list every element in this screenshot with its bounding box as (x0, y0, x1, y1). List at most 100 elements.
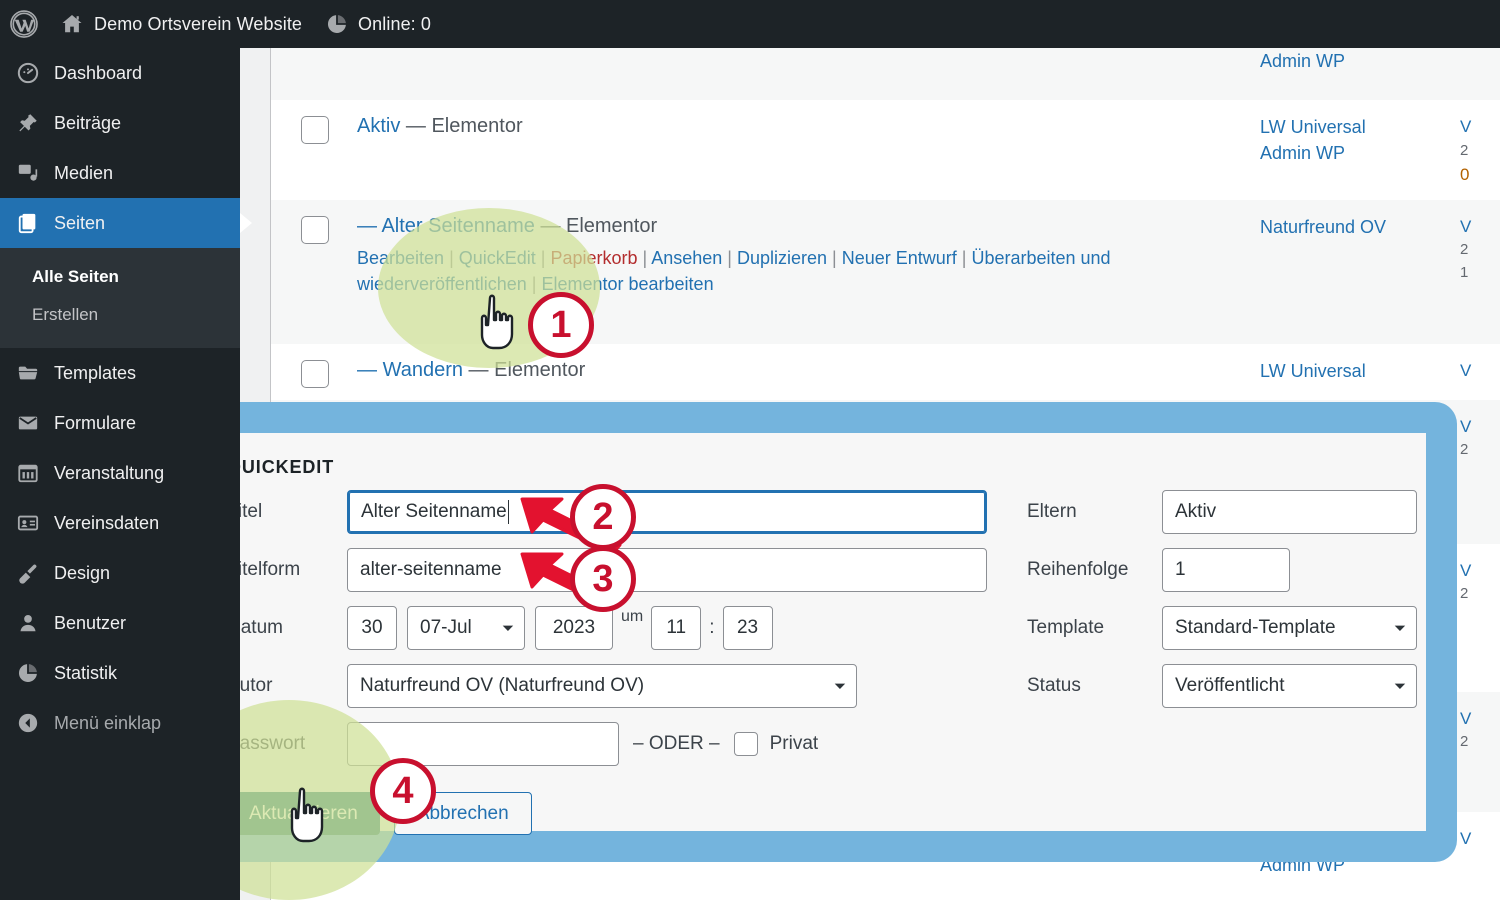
datum-hour-input[interactable]: 11 (651, 606, 702, 650)
row-title-suffix: — Elementor (405, 115, 523, 137)
titelform-input-value: alter-seitenname (360, 559, 502, 580)
envelope-icon (16, 412, 40, 434)
table-row[interactable]: — Wandern — Elementor LW Universal V (271, 343, 1500, 400)
row-title-link[interactable]: Aktiv (357, 115, 400, 137)
label-template: Template (1027, 617, 1105, 638)
row-title: — Wandern — Elementor (357, 358, 1250, 384)
row-title-link[interactable]: Wandern (383, 359, 463, 381)
pie-chart-icon (16, 662, 40, 684)
collapse-icon (16, 712, 40, 734)
quickedit-dialog: QUICKEDIT Titel Alter Seitenname Titelfo… (174, 402, 1457, 862)
row-title-suffix: — Elementor (468, 358, 586, 381)
datum-hour-value: 11 (666, 617, 687, 638)
row-tail: V (1460, 360, 1472, 380)
row-author-link-2[interactable]: Admin WP (1260, 140, 1460, 166)
sidebar-item-vereinsdaten[interactable]: Vereinsdaten (0, 498, 240, 548)
row-tail: V2 (1460, 708, 1472, 751)
sidebar-item-statistik[interactable]: Statistik (0, 648, 240, 698)
datum-day-input[interactable]: 30 (347, 606, 397, 650)
reihenfolge-input[interactable]: 1 (1162, 548, 1290, 592)
titel-input-value: Alter Seitenname (361, 501, 507, 522)
status-select[interactable]: Veröffentlicht ⏷ (1162, 664, 1417, 708)
step-marker-1: 1 (528, 292, 594, 358)
row-action-quickedit[interactable]: QuickEdit (459, 248, 536, 268)
table-row[interactable]: Aktiv — Elementor LW Universal Admin WP … (271, 100, 1500, 200)
autor-select[interactable]: Naturfreund OV (Naturfreund OV) ⏷ (347, 664, 857, 708)
row-checkbox[interactable] (301, 215, 329, 244)
sidebar-item-benutzer[interactable]: Benutzer (0, 598, 240, 648)
row-tail: V2 (1460, 416, 1472, 459)
row-tail: V2 (1460, 560, 1472, 603)
row-author-link[interactable]: Naturfreund OV (1260, 214, 1460, 240)
field-template: Template Standard-Template ⏷ (1027, 606, 1417, 650)
sidebar-item-label: Statistik (54, 662, 118, 683)
label-titel: Titel (227, 501, 263, 522)
row-action-ansehen[interactable]: Ansehen (651, 248, 722, 268)
row-checkbox[interactable] (301, 116, 329, 144)
sidebar-item-medien[interactable]: Medien (0, 148, 240, 198)
site-name-button[interactable]: Demo Ortsverein Website (48, 0, 314, 48)
sidebar-item-label: Dashboard (54, 62, 143, 83)
admin-bar: Demo Ortsverein Website Online: 0 (0, 0, 1500, 48)
row-action-duplizieren[interactable]: Duplizieren (737, 248, 827, 268)
label-eltern: Eltern (1027, 501, 1077, 522)
quickedit-right-column: Eltern Aktiv Reihenfolge 1 Template Stan… (1017, 490, 1417, 780)
titel-input[interactable]: Alter Seitenname (347, 490, 987, 534)
table-row[interactable]: Admin WP (271, 48, 1500, 100)
row-tail: V20 (1460, 117, 1472, 184)
sidebar-item-templates[interactable]: Templates (0, 348, 240, 398)
eltern-value: Aktiv (1175, 501, 1217, 522)
datum-minute-input[interactable]: 23 (722, 606, 773, 650)
sidebar-item-label: Vereinsdaten (54, 512, 160, 533)
row-title-link[interactable]: Alter Seitenname (381, 215, 534, 237)
eltern-select[interactable]: Aktiv (1162, 490, 1417, 534)
template-select[interactable]: Standard-Template ⏷ (1162, 606, 1417, 650)
sidebar-item-dashboard[interactable]: Dashboard (0, 48, 240, 98)
row-author-link[interactable]: LW Universal (1260, 114, 1460, 140)
datum-year-input[interactable]: 2023 (535, 606, 613, 650)
sidebar-submenu-seiten: Alle Seiten Erstellen (0, 248, 240, 348)
sidebar-item-beitraege[interactable]: Beiträge (0, 98, 240, 148)
status-value: Veröffentlicht (1175, 675, 1285, 696)
privat-checkbox[interactable] (733, 732, 758, 756)
sidebar-item-veranstaltungen[interactable]: Veranstaltung (0, 448, 240, 498)
row-action-elementor-bearbeiten[interactable]: Elementor bearbeiten (541, 274, 713, 294)
reihenfolge-value: 1 (1175, 559, 1186, 580)
datum-month-select[interactable]: 07-Jul ⏷ (407, 606, 525, 650)
template-value: Standard-Template (1175, 617, 1336, 638)
row-author-link[interactable]: LW Universal (1260, 358, 1460, 384)
sidebar-item-alle-seiten[interactable]: Alle Seiten (0, 258, 240, 296)
row-checkbox[interactable] (301, 359, 329, 388)
row-action-papierkorb[interactable]: Papierkorb (550, 248, 637, 268)
sidebar-item-menu-einklappen[interactable]: Menü einklap (0, 698, 240, 748)
titelform-input[interactable]: alter-seitenname (347, 548, 987, 592)
wordpress-logo-button[interactable] (0, 0, 48, 48)
sidebar-item-erstellen[interactable]: Erstellen (0, 296, 240, 334)
row-tail: V (1460, 828, 1472, 848)
field-reihenfolge: Reihenfolge 1 (1027, 548, 1417, 592)
label-titelform: Titelform (227, 559, 301, 580)
table-row[interactable]: — Alter Seitenname — Elementor Bearbeite… (271, 199, 1500, 344)
sidebar-item-design[interactable]: Design (0, 548, 240, 598)
label-oder: – ODER – (633, 733, 720, 754)
wordpress-icon (9, 9, 39, 39)
time-colon: : (709, 617, 715, 638)
row-tail (1460, 48, 1500, 71)
online-stats-button[interactable]: Online: 0 (314, 0, 443, 48)
row-action-neuer-entwurf[interactable]: Neuer Entwurf (842, 248, 957, 268)
screen: Admin WP Aktiv — Elementor LW Universal (0, 0, 1500, 900)
datum-minute-value: 23 (736, 617, 759, 638)
dashboard-icon (16, 62, 40, 84)
sidebar-item-label: Veranstaltung (54, 462, 165, 483)
row-author-link[interactable]: Admin WP (1260, 48, 1460, 74)
sidebar-item-seiten[interactable]: Seiten (0, 198, 240, 248)
row-action-bearbeiten[interactable]: Bearbeiten (357, 248, 444, 268)
sidebar-item-label: Formulare (54, 412, 137, 433)
chevron-down-icon: ⏷ (1393, 677, 1406, 695)
field-passwort: Passwort – ODER – Privat (227, 722, 1017, 766)
sidebar-item-formulare[interactable]: Formulare (0, 398, 240, 448)
chevron-down-icon: ⏷ (501, 619, 514, 637)
passwort-input[interactable] (347, 722, 619, 766)
calendar-icon (16, 462, 40, 484)
datum-month-value: 07-Jul (420, 617, 472, 638)
